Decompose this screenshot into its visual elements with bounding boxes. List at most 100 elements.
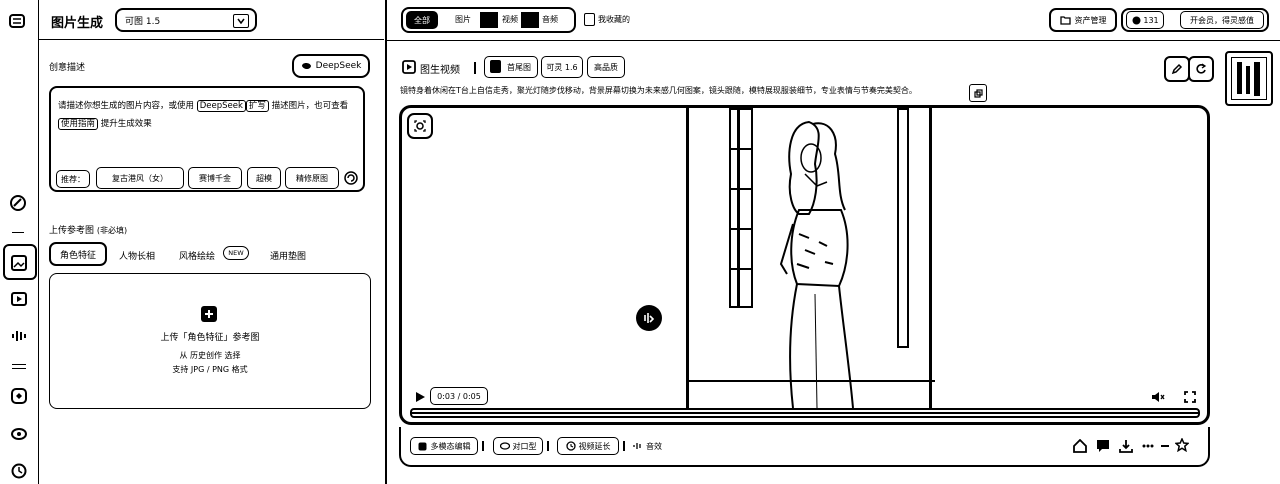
recommend-tag-text: 精修原图 [296,173,328,183]
filter-all-label: 全部 [414,15,430,25]
lips-icon [499,441,510,451]
star-icon[interactable] [1174,437,1190,453]
tag-quality-label: 高品质 [594,62,618,72]
deepseek-label: DeepSeek [315,61,362,71]
lip-sync-button[interactable]: 对口型 [493,437,543,455]
tab-face[interactable]: 人物长相 [119,249,155,262]
video-icon[interactable] [9,289,29,309]
minus-icon[interactable] [1158,438,1172,454]
door-frame-right [897,108,909,348]
favorites-label[interactable]: 我收藏的 [598,14,630,25]
recommend-tag[interactable]: 赛博千金 [188,167,242,189]
assets-icon[interactable] [9,386,29,406]
recommend-label-text: 推荐： [61,174,85,184]
eye-icon[interactable] [9,424,29,444]
points-value: 131 [1143,15,1159,25]
model-silhouette [779,120,854,408]
upload-label-text: 上传参考图 [49,226,95,236]
tag-model-label: 可灵 1.6 [546,62,578,72]
panel-title: 图片生成 [51,16,104,31]
reference-thumbnail-image [1231,57,1267,100]
sidebar-divider [12,232,24,233]
guide-link[interactable]: 使用指南 [58,118,99,130]
regenerate-icon[interactable] [1188,56,1214,82]
video-frame [686,108,935,408]
copy-icon[interactable] [969,84,987,102]
recommend-tag[interactable]: 超模 [247,167,281,189]
sound-icon [633,441,643,451]
more-icon[interactable] [1140,438,1156,454]
recommend-tag-text: 超模 [256,173,272,183]
points-icon [1131,15,1141,25]
sidebar-divider [12,364,26,365]
home-icon[interactable] [1072,438,1088,454]
vip-button[interactable]: 开会员，得灵感值 [1180,11,1264,29]
points-badge[interactable]: 131 [1126,11,1164,29]
thumbnail-bar [1246,66,1250,94]
fullscreen-icon[interactable] [1182,389,1198,405]
upload-support: 支持 JPG / PNG 格式 [172,365,248,374]
sound-effect-button[interactable]: 音效 [633,437,677,455]
door-frame-rung [729,188,753,190]
deepseek-button[interactable]: DeepSeek [292,54,370,78]
thumbnail-bar [1237,62,1242,94]
prompt-text-4: 提升生成效果 [100,119,152,129]
extend-video-label: 视频延长 [578,441,611,451]
recommend-tag[interactable]: 复古港风（女） [96,167,184,189]
prompt-text-1: 请描述你想生成的图片内容，或使用 [58,101,195,111]
action-divider [623,441,625,451]
recommend-tag-text: 赛博千金 [199,173,231,183]
action-divider [547,441,549,451]
prompt-text-3: 描述图片，也可查看 [271,101,349,111]
upload-icon [199,304,219,324]
action-divider [482,441,484,451]
prompt-line: 镜特身着休闲在T台上自信走秀，聚光灯随步伐移动，背景屏幕切换为未来感几何图案，镜… [400,83,990,99]
door-frame-rung [729,148,753,150]
download-icon[interactable] [1118,438,1134,454]
tag-first-last-thumb [490,60,501,73]
compare-icon[interactable] [636,305,662,331]
time-display-text: 0:03 / 0:05 [437,391,481,401]
tab-general[interactable]: 通用垫图 [270,249,306,262]
lip-sync-label: 对口型 [512,441,537,451]
reference-thumbnail[interactable] [1225,51,1273,106]
menu-icon[interactable] [8,12,26,30]
favorites-checkbox[interactable] [584,13,595,26]
recommend-tag-text: 复古港风（女） [112,173,168,183]
deepseek-link[interactable]: DeepSeek [196,100,246,112]
filter-all[interactable]: 全部 [406,11,438,29]
sidebar-divider [12,368,26,369]
filter-image[interactable]: 图片 [455,14,471,25]
model-select-value: 可图 1.5 [125,16,161,27]
multimodal-edit-button[interactable]: 多模态编辑 [410,437,478,455]
filter-video-box [521,12,539,28]
history-icon[interactable] [9,461,29,481]
upload-from[interactable]: 从 历史创作 选择 [179,350,240,361]
panel-divider [39,39,384,40]
card-type-label: 图生视频 [420,65,460,76]
feedback-icon[interactable] [1095,438,1111,454]
brush-icon[interactable] [8,193,28,213]
progress-bar[interactable] [410,408,1200,418]
refresh-icon[interactable] [343,170,359,186]
filter-audio[interactable]: 音频 [542,14,558,25]
filter-video[interactable]: 视频 [502,14,518,25]
video-player[interactable]: 0:03 / 0:05 [399,105,1210,425]
play-icon[interactable] [412,389,428,405]
asset-manage-button[interactable]: 资产管理 [1049,8,1117,32]
extend-video-button[interactable]: 视频延长 [557,437,619,455]
recommend-tag[interactable]: 精修原图 [285,167,339,189]
screenshot-icon[interactable] [407,113,433,139]
prompt-text-2: 扩写 [245,100,269,112]
edit-icon[interactable] [1164,56,1190,82]
image-icon [9,253,29,273]
audio-icon[interactable] [9,326,29,346]
tab-style[interactable]: 风格绘绘 [179,249,215,262]
progress-fill [412,412,1198,414]
tab-character[interactable]: 角色特征 [49,242,107,266]
model-select[interactable]: 可图 1.5 [115,8,257,32]
door-frame-left [729,108,753,308]
sidebar-border [38,0,39,484]
floor-line [689,380,935,382]
mute-icon[interactable] [1150,389,1166,405]
